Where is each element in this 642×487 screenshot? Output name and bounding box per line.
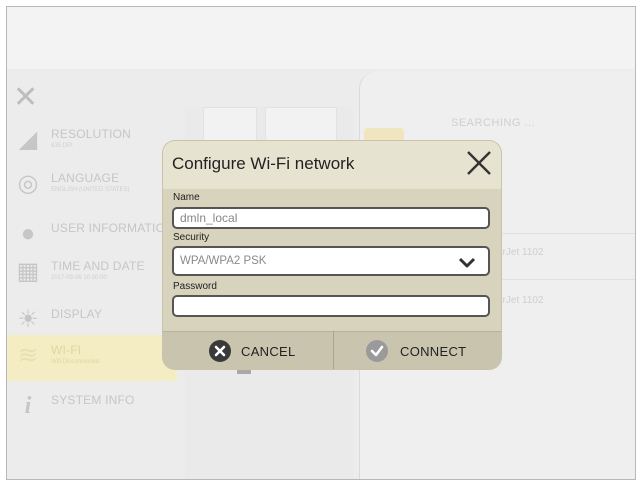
- security-value: WPA/WPA2 PSK: [180, 255, 267, 267]
- dialog-header: Configure Wi-Fi network: [163, 141, 501, 189]
- security-label: Security: [173, 232, 210, 243]
- close-icon[interactable]: ✕: [13, 83, 38, 113]
- security-select[interactable]: WPA/WPA2 PSK: [172, 246, 490, 276]
- sidebar-item-resolution[interactable]: ◢ RESOLUTION 635 DPI: [7, 119, 177, 161]
- network-list-item[interactable]: erJet 1102: [497, 295, 544, 306]
- sidebar-item-time-and-date[interactable]: ▦ TIME AND DATE 2017-09-06 10:00:00: [7, 251, 177, 293]
- password-field[interactable]: [172, 295, 490, 317]
- cancel-label: CANCEL: [241, 344, 296, 359]
- sidebar-item-label: DISPLAY: [51, 307, 103, 321]
- sidebar-item-language[interactable]: ◎ LANGUAGE ENGLISH (UNITED STATES): [7, 163, 177, 205]
- network-list-item[interactable]: erJet 1102: [497, 247, 544, 258]
- info-icon: i: [24, 393, 32, 419]
- cancel-icon: [209, 340, 231, 362]
- wifi-icon: ≋: [17, 342, 39, 369]
- cancel-button[interactable]: CANCEL: [163, 332, 333, 369]
- dialog-footer: CANCEL CONNECT: [163, 331, 501, 369]
- close-icon: [467, 151, 491, 175]
- sidebar-item-wifi[interactable]: ≋ WI-FI Wifi Disconnected: [7, 335, 177, 381]
- sidebar-item-user-information[interactable]: ● USER INFORMATION: [7, 213, 177, 255]
- brightness-icon: ☀: [17, 306, 39, 333]
- sidebar-item-label: RESOLUTION: [51, 127, 132, 141]
- sidebar-item-sub: ENGLISH (UNITED STATES): [51, 187, 130, 193]
- sidebar-item-label: TIME AND DATE: [51, 259, 145, 273]
- sidebar-item-sub: 635 DPI: [51, 143, 73, 149]
- sidebar-item-label: USER INFORMATION: [51, 221, 174, 235]
- name-field[interactable]: dmln_local: [172, 207, 490, 229]
- globe-icon: ◎: [17, 170, 39, 197]
- check-icon: [366, 340, 388, 362]
- sidebar-item-label: WI-FI: [51, 343, 82, 357]
- connect-label: CONNECT: [400, 344, 467, 359]
- user-icon: ●: [20, 220, 36, 247]
- dialog-title: Configure Wi-Fi network: [172, 154, 355, 173]
- connect-button[interactable]: CONNECT: [334, 332, 501, 369]
- name-label: Name: [173, 192, 200, 203]
- password-label: Password: [173, 281, 217, 292]
- configure-wifi-dialog: Configure Wi-Fi network Name dmln_local …: [163, 141, 501, 369]
- chevron-down-icon: [458, 257, 476, 268]
- sidebar-item-sub: 2017-09-06 10:00:00: [51, 275, 107, 281]
- close-button[interactable]: [463, 147, 495, 179]
- ruler-icon: ◢: [18, 126, 38, 153]
- footer-divider: [333, 331, 334, 369]
- sidebar-item-sub: Wifi Disconnected: [51, 359, 100, 365]
- calendar-clock-icon: ▦: [16, 258, 40, 285]
- sidebar-item-label: SYSTEM INFO: [51, 393, 135, 407]
- searching-status: SEARCHING ...: [451, 117, 536, 129]
- app-screen: SEARCHING ... erJet 1102 erJet 1102 ✕ ◢ …: [6, 6, 636, 480]
- sidebar-item-system-info[interactable]: i SYSTEM INFO: [7, 385, 177, 427]
- sidebar-item-label: LANGUAGE: [51, 171, 120, 185]
